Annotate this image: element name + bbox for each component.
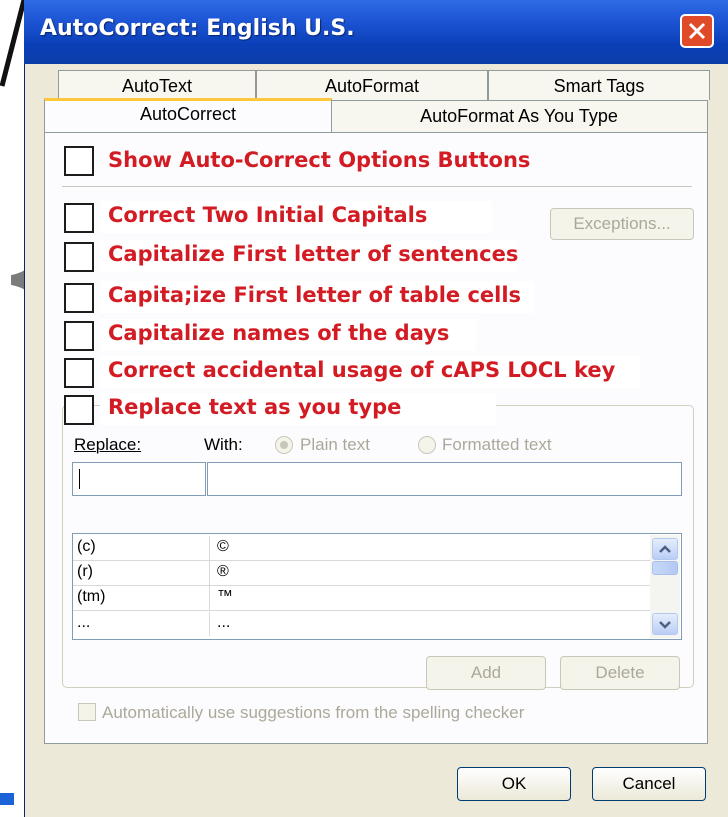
with-label: With: xyxy=(204,435,243,454)
row-replace: (c) xyxy=(77,538,96,555)
replace-label: Replace: xyxy=(74,435,142,454)
show-options-checkbox[interactable] xyxy=(64,146,94,176)
with-input[interactable] xyxy=(207,462,682,496)
capitalize-sentences-checkbox[interactable] xyxy=(64,242,94,272)
caps-lock-checkbox[interactable] xyxy=(64,358,94,388)
replace-as-you-type-label: Replace text as you type xyxy=(108,395,402,419)
table-row[interactable]: (c) © xyxy=(73,536,653,561)
row-replace: ... xyxy=(77,614,91,631)
correct-two-capitals-checkbox[interactable] xyxy=(64,203,94,233)
formatted-text-radio[interactable] xyxy=(418,436,436,454)
formatted-text-label: Formatted text xyxy=(442,435,552,454)
close-icon xyxy=(688,22,706,40)
delete-button[interactable]: Delete xyxy=(560,656,680,690)
capitalize-days-label: Capitalize names of the days xyxy=(108,321,450,345)
tab-autoformat-as-you-type[interactable]: AutoFormat As You Type xyxy=(330,100,708,132)
column-divider xyxy=(209,536,210,560)
text-caret xyxy=(79,469,80,489)
exceptions-button[interactable]: Exceptions... xyxy=(550,208,694,240)
table-row[interactable]: (tm) ™ xyxy=(73,586,653,611)
tab-smart-tags[interactable]: Smart Tags xyxy=(488,70,710,100)
caps-lock-label: Correct accidental usage of cAPS LOCL ke… xyxy=(108,358,616,382)
ok-button[interactable]: OK xyxy=(457,767,571,801)
row-replace: (tm) xyxy=(77,588,106,605)
spelling-suggestions-checkbox[interactable] xyxy=(78,703,96,721)
replace-input[interactable] xyxy=(72,462,206,496)
table-row[interactable]: (r) ® xyxy=(73,561,653,586)
chevron-up-icon xyxy=(659,545,671,553)
column-divider xyxy=(209,561,210,585)
tab-autotext[interactable]: AutoText xyxy=(58,70,256,100)
column-divider xyxy=(209,612,210,636)
correct-two-capitals-label: Correct Two Initial Capitals xyxy=(108,203,428,227)
window-title: AutoCorrect: English U.S. xyxy=(40,16,355,41)
row-with: © xyxy=(217,538,229,555)
capitalize-days-checkbox[interactable] xyxy=(64,321,94,351)
row-with: ... xyxy=(217,614,231,631)
capitalize-table-cells-checkbox[interactable] xyxy=(64,283,94,313)
replacement-list[interactable]: (c) © (r) ® (tm) ™ ... ... xyxy=(72,533,682,640)
list-scrollbar[interactable] xyxy=(650,535,680,638)
row-replace: (r) xyxy=(77,563,93,580)
scroll-down-button[interactable] xyxy=(652,613,678,635)
plain-text-radio[interactable] xyxy=(275,436,293,454)
column-divider xyxy=(209,586,210,610)
plain-text-label: Plain text xyxy=(300,435,370,454)
separator xyxy=(62,186,692,187)
scroll-up-button[interactable] xyxy=(652,538,678,560)
show-options-label: Show Auto-Correct Options Buttons xyxy=(108,148,531,172)
annotation-mark xyxy=(0,793,14,805)
scroll-thumb[interactable] xyxy=(652,561,678,575)
row-with: ® xyxy=(217,563,229,580)
tab-autocorrect[interactable]: AutoCorrect xyxy=(44,98,332,132)
tab-autoformat[interactable]: AutoFormat xyxy=(256,70,488,100)
spelling-suggestions-label: Automatically use suggestions from the s… xyxy=(102,703,525,722)
add-button[interactable]: Add xyxy=(426,656,546,690)
cancel-button[interactable]: Cancel xyxy=(592,767,706,801)
row-with: ™ xyxy=(217,588,233,605)
close-button[interactable] xyxy=(680,14,714,48)
table-row[interactable]: ... ... xyxy=(73,612,653,636)
capitalize-table-cells-label: Capita;ize First letter of table cells xyxy=(108,283,522,307)
chevron-down-icon xyxy=(659,621,671,629)
replace-as-you-type-checkbox[interactable] xyxy=(64,395,94,425)
capitalize-sentences-label: Capitalize First letter of sentences xyxy=(108,242,519,266)
